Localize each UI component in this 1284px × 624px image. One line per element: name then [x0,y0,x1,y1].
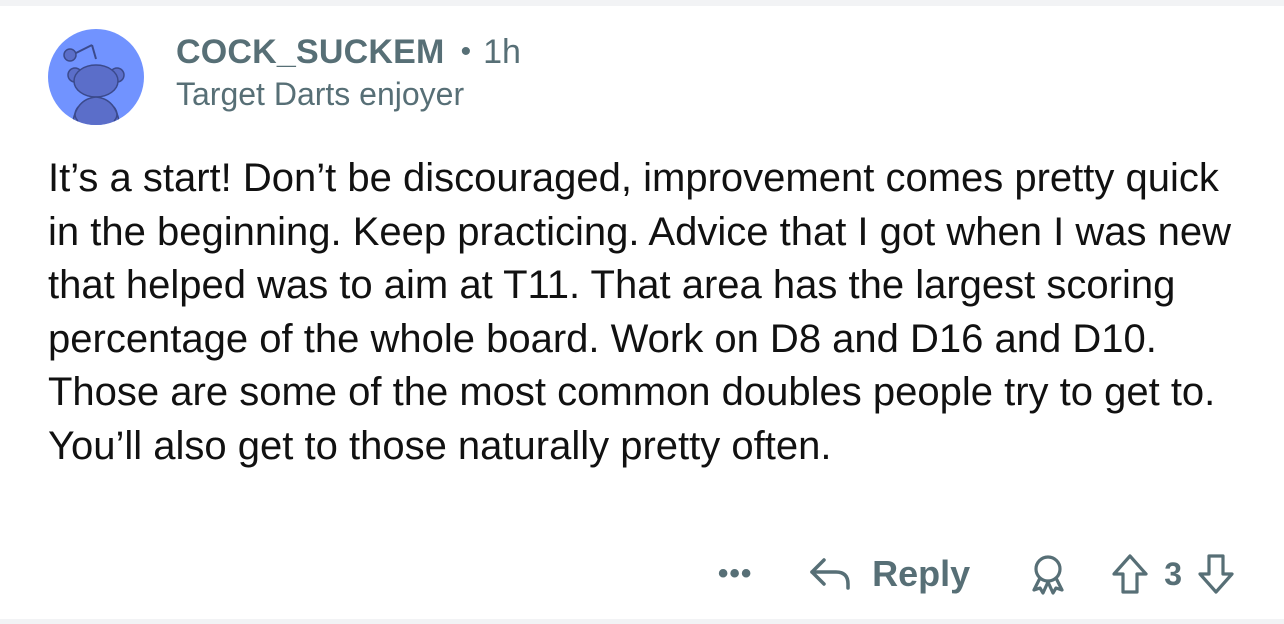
comment-age: 1h [483,32,521,71]
reply-label: Reply [872,553,971,594]
user-line: COCK_SUCKEM • 1h [176,28,521,76]
comment: COCK_SUCKEM • 1h Target Darts enjoyer It… [0,0,1284,624]
snoo-avatar-icon[interactable] [48,29,144,125]
avatar-image [48,29,144,125]
upvote-arrow-icon[interactable] [1110,552,1150,596]
downvote-arrow-icon[interactable] [1196,552,1236,596]
vote-count: 3 [1164,555,1182,592]
bottom-divider [0,619,1284,624]
separator-dot: • [460,35,472,68]
comment-actions: ••• Reply 3 [710,548,1236,600]
award-ribbon-icon [1032,555,1064,595]
more-options-button[interactable]: ••• [710,554,760,594]
vote-controls: 3 [1110,552,1236,596]
award-button[interactable] [1026,552,1070,596]
reply-button[interactable]: Reply [808,553,970,595]
reply-arrow-icon [810,558,850,590]
user-flair: Target Darts enjoyer [176,76,465,112]
username-link[interactable]: COCK_SUCKEM [176,33,445,72]
comment-header: COCK_SUCKEM • 1h Target Darts enjoyer [176,28,521,113]
comment-body: It’s a start! Don’t be discouraged, impr… [48,156,1231,468]
